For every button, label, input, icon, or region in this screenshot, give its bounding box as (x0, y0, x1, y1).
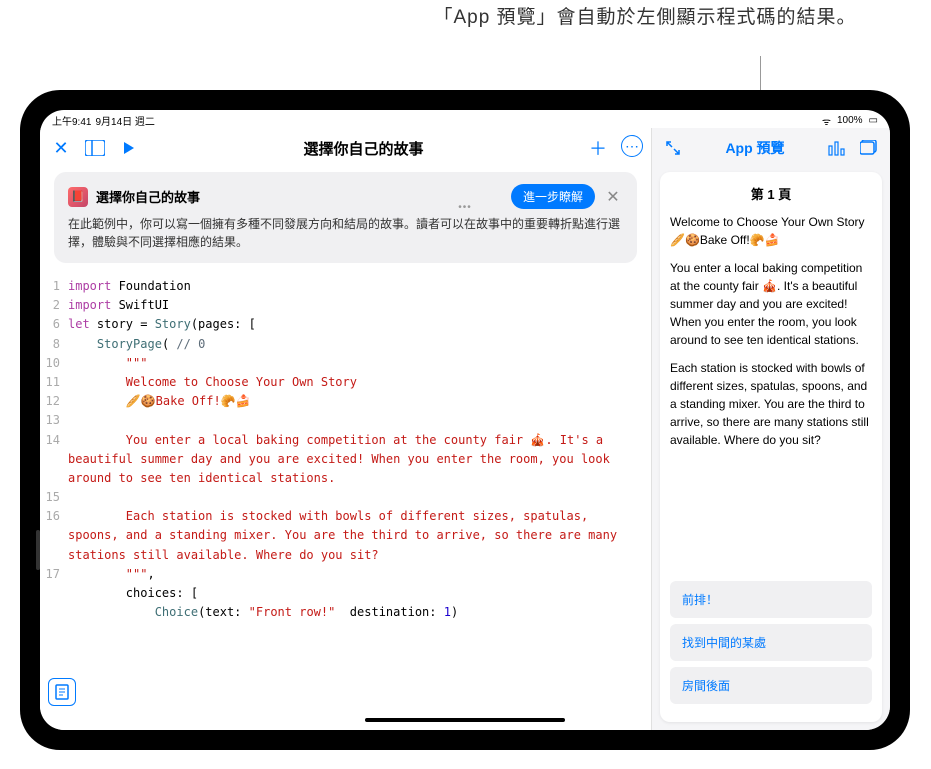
battery-icon: ▭ (869, 115, 878, 126)
code-line[interactable]: 12 🥖🍪Bake Off!🥐🍰 (40, 392, 651, 411)
more-button[interactable]: ⋯ (621, 135, 643, 157)
documentation-button[interactable] (48, 678, 76, 706)
run-button[interactable] (116, 135, 142, 161)
ipad-screen: 上午9:41 9月14日 週二 ᯤ 100% ▭ ••• ✕ (40, 110, 890, 730)
info-card-description: 在此範例中，你可以寫一個擁有多種不同發展方向和結局的故事。讀者可以在故事中的重要… (68, 215, 623, 251)
line-number: 8 (40, 335, 68, 354)
line-content[interactable]: Each station is stocked with bowls of di… (68, 507, 651, 565)
ipad-frame: 上午9:41 9月14日 週二 ᯤ 100% ▭ ••• ✕ (20, 90, 910, 750)
preview-title: App 預覽 (692, 138, 818, 158)
app-content: ✕ 選擇你自己的故事 ＋ ⋯ 📕 選擇 (40, 128, 890, 730)
editor-pane: ✕ 選擇你自己的故事 ＋ ⋯ 📕 選擇 (40, 128, 652, 730)
choice-button-3[interactable]: 房間後面 (670, 667, 872, 704)
code-line[interactable]: 2import SwiftUI (40, 296, 651, 315)
preview-para-3: Each station is stocked with bowls of di… (670, 359, 872, 449)
line-content[interactable]: Welcome to Choose Your Own Story (68, 373, 651, 392)
line-number: 2 (40, 296, 68, 315)
multitask-handle[interactable]: ••• (458, 202, 472, 213)
choice-button-2[interactable]: 找到中間的某處 (670, 624, 872, 661)
info-card-title: 選擇你自己的故事 (96, 187, 503, 206)
line-content[interactable]: StoryPage( // 0 (68, 335, 651, 354)
info-close-button[interactable]: ✕ (603, 187, 623, 207)
editor-toolbar: ✕ 選擇你自己的故事 ＋ ⋯ (40, 128, 651, 168)
page-header: 第 1 頁 (670, 184, 872, 203)
line-content[interactable]: import SwiftUI (68, 296, 651, 315)
book-icon: 📕 (68, 187, 88, 207)
line-content[interactable] (68, 411, 651, 430)
choice-button-1[interactable]: 前排！ (670, 581, 872, 618)
code-line[interactable]: 8 StoryPage( // 0 (40, 335, 651, 354)
preview-para-1: Welcome to Choose Your Own Story 🥖🍪Bake … (670, 213, 872, 249)
close-button[interactable]: ✕ (48, 135, 74, 161)
line-number: 16 (40, 507, 68, 565)
code-line[interactable]: 15 (40, 488, 651, 507)
editor-title: 選擇你自己的故事 (150, 138, 577, 159)
learn-more-button[interactable]: 進一步瞭解 (511, 184, 595, 209)
battery-percent: 100% (837, 115, 863, 126)
line-content[interactable]: Choice(text: "Front row!" destination: 1… (68, 603, 651, 622)
line-content[interactable]: You enter a local baking competition at … (68, 431, 651, 489)
line-content[interactable] (68, 488, 651, 507)
line-content[interactable]: import Foundation (68, 277, 651, 296)
line-number: 1 (40, 277, 68, 296)
line-content[interactable]: let story = Story(pages: [ (68, 315, 651, 334)
code-line[interactable]: 16 Each station is stocked with bowls of… (40, 507, 651, 565)
wifi-icon: ᯤ (822, 114, 831, 128)
line-number: 10 (40, 354, 68, 373)
status-date: 9月14日 週二 (95, 113, 154, 128)
line-number (40, 603, 68, 622)
code-line[interactable]: 13 (40, 411, 651, 430)
line-number: 6 (40, 315, 68, 334)
home-indicator[interactable] (365, 718, 565, 722)
line-content[interactable]: """ (68, 354, 651, 373)
code-line[interactable]: 10 """ (40, 354, 651, 373)
callout-text: 「App 預覽」會自動於左側顯示程式碼的結果。 (380, 2, 910, 29)
code-line[interactable]: Choice(text: "Front row!" destination: 1… (40, 603, 651, 622)
side-button (36, 530, 40, 570)
status-time: 上午9:41 (52, 113, 91, 128)
add-button[interactable]: ＋ (585, 135, 611, 161)
code-editor[interactable]: 1import Foundation2import SwiftUI6let st… (40, 271, 651, 730)
line-number (40, 584, 68, 603)
line-number: 11 (40, 373, 68, 392)
code-line[interactable]: choices: [ (40, 584, 651, 603)
code-line[interactable]: 14 You enter a local baking competition … (40, 431, 651, 489)
code-line[interactable]: 17 """, (40, 565, 651, 584)
line-content[interactable]: """, (68, 565, 651, 584)
line-number: 14 (40, 431, 68, 489)
line-number: 15 (40, 488, 68, 507)
code-line[interactable]: 11 Welcome to Choose Your Own Story (40, 373, 651, 392)
line-number: 13 (40, 411, 68, 430)
preview-para-2: You enter a local baking competition at … (670, 259, 872, 349)
code-line[interactable]: 6let story = Story(pages: [ (40, 315, 651, 334)
line-number: 17 (40, 565, 68, 584)
info-card: 📕 選擇你自己的故事 進一步瞭解 ✕ 在此範例中，你可以寫一個擁有多種不同發展方… (54, 172, 637, 263)
code-line[interactable]: 1import Foundation (40, 277, 651, 296)
line-content[interactable]: 🥖🍪Bake Off!🥐🍰 (68, 392, 651, 411)
preview-pane: App 預覽 第 1 頁 Welcome to Choose Your Own … (652, 128, 890, 730)
preview-content: 第 1 頁 Welcome to Choose Your Own Story 🥖… (660, 172, 882, 722)
view-mode-button[interactable] (856, 135, 882, 161)
status-bar: 上午9:41 9月14日 週二 ᯤ 100% ▭ (40, 110, 890, 128)
line-content[interactable]: choices: [ (68, 584, 651, 603)
results-button[interactable] (824, 135, 850, 161)
expand-button[interactable] (660, 135, 686, 161)
line-number: 12 (40, 392, 68, 411)
sidebar-toggle-button[interactable] (82, 135, 108, 161)
preview-toolbar: App 預覽 (652, 128, 890, 168)
